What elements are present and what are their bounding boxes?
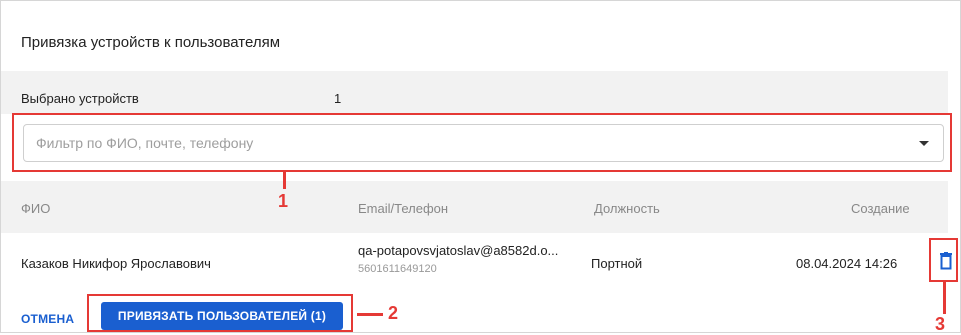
row-fio: Казаков Никифор Ярославович <box>21 256 211 271</box>
annotation-number-1: 1 <box>278 191 289 211</box>
column-header-created[interactable]: Создание <box>851 201 910 216</box>
annotation-number-2: 2 <box>388 303 399 323</box>
selected-devices-count: 1 <box>334 91 342 106</box>
row-phone: 5601611649120 <box>358 263 437 275</box>
cancel-button[interactable]: ОТМЕНА <box>21 312 74 326</box>
row-position: Портной <box>591 256 643 271</box>
column-header-email[interactable]: Email/Телефон <box>358 201 448 216</box>
table-header: ФИО Email/Телефон Должность Создание <box>1 181 948 233</box>
selected-devices-row: Выбрано устройств 1 <box>1 71 948 114</box>
row-created: 08.04.2024 14:26 <box>796 256 898 271</box>
column-header-position[interactable]: Должность <box>594 201 660 216</box>
column-header-fio[interactable]: ФИО <box>21 201 50 216</box>
table-row[interactable]: Казаков Никифор Ярославович qa-potapovsv… <box>1 233 948 289</box>
dialog-title: Привязка устройств к пользователям <box>21 34 281 51</box>
annotation-line-2 <box>357 313 383 316</box>
selected-devices-label: Выбрано устройств <box>21 91 139 106</box>
row-email: qa-potapovsvjatoslav@a8582d.o... <box>358 243 559 258</box>
annotation-box-2 <box>87 294 353 332</box>
annotation-box-3 <box>929 238 958 282</box>
annotation-line-1 <box>283 172 286 189</box>
annotation-number-3: 3 <box>935 314 946 334</box>
annotation-box-1 <box>12 113 952 172</box>
annotation-line-3 <box>943 282 946 314</box>
